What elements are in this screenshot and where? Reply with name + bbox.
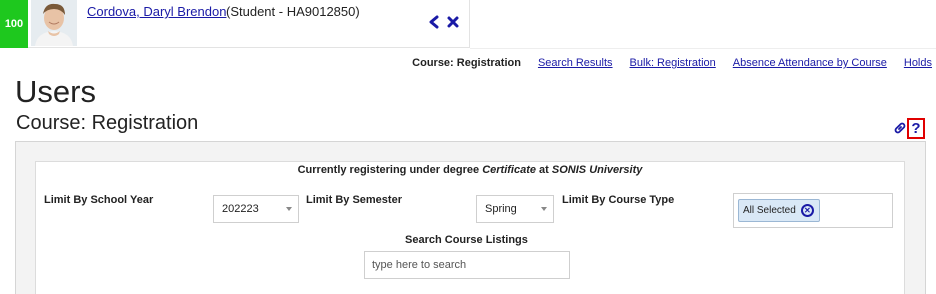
course-type-multiselect[interactable]: All Selected ✕ [733, 193, 893, 228]
link-absence-attendance[interactable]: Absence Attendance by Course [733, 57, 887, 69]
link-holds[interactable]: Holds [904, 57, 932, 69]
help-icon: ? [911, 120, 921, 137]
degree-name: Certificate [482, 164, 536, 176]
school-year-value: 202223 [222, 203, 259, 215]
circle-x-icon[interactable]: ✕ [800, 204, 814, 217]
search-label: Search Course Listings [405, 234, 528, 246]
student-name-link[interactable]: Cordova, Daryl Brendon [87, 4, 226, 19]
chevron-left-icon[interactable] [427, 14, 441, 30]
semester-select[interactable]: Spring [476, 195, 554, 223]
chevron-down-icon [541, 207, 547, 211]
page-title: Users [15, 74, 96, 109]
search-input[interactable] [364, 251, 570, 279]
avatar [31, 0, 77, 46]
school-name: SONIS University [551, 164, 643, 176]
course-type-value: All Selected [743, 205, 796, 216]
registration-status: Currently registering under degree Certi… [0, 164, 936, 176]
semester-value: Spring [485, 203, 517, 215]
school-year-select[interactable]: 202223 [213, 195, 299, 223]
header-divider [470, 48, 936, 49]
link-icon[interactable] [893, 121, 907, 135]
school-year-label: Limit By School Year [44, 194, 154, 206]
section-links: Course: Registration Search Results Bulk… [412, 57, 932, 69]
course-type-chip: All Selected ✕ [738, 199, 820, 222]
score-badge: 100 [0, 0, 28, 48]
course-type-label: Limit By Course Type [562, 194, 675, 206]
student-header: 100 Cordova, Daryl Brendon (Student - HA… [0, 0, 470, 48]
registration-prefix: Currently registering under degree [297, 164, 483, 176]
registration-middle: at [536, 164, 552, 176]
close-icon[interactable] [446, 14, 460, 30]
help-button[interactable]: ? [907, 118, 925, 139]
link-bulk-registration[interactable]: Bulk: Registration [630, 57, 716, 69]
current-section-label: Course: Registration [412, 57, 521, 69]
semester-label: Limit By Semester [306, 194, 402, 206]
link-search-results[interactable]: Search Results [538, 57, 613, 69]
student-id-text: (Student - HA9012850) [226, 4, 360, 19]
chevron-down-icon [286, 207, 292, 211]
page-subtitle: Course: Registration [16, 112, 199, 134]
